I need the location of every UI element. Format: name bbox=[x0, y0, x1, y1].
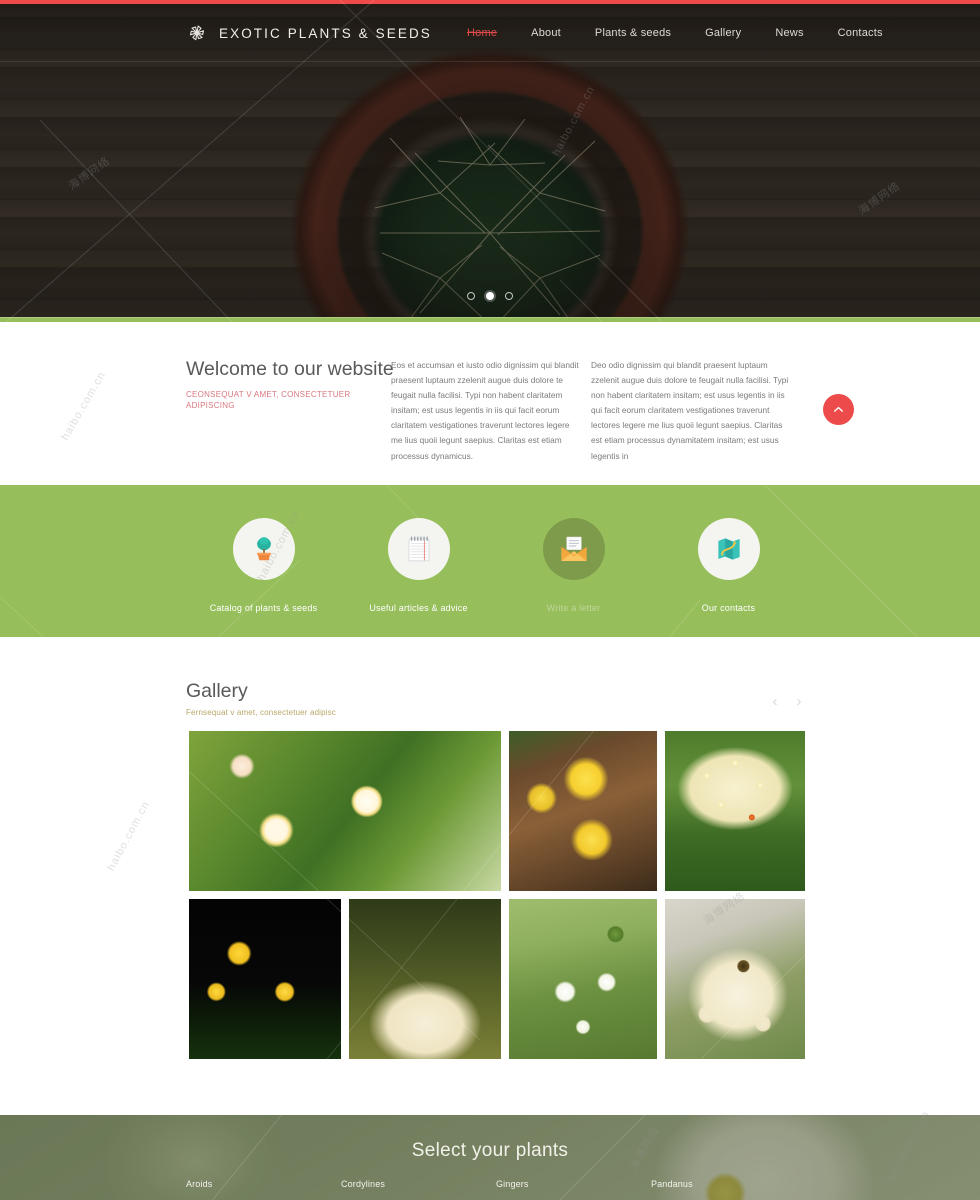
gallery-image bbox=[189, 899, 341, 1059]
service-icon-circle bbox=[387, 518, 450, 580]
select-plants-nav[interactable]: Aroids Cordylines Gingers Pandanus bbox=[186, 1179, 806, 1189]
select-plants-section: Select your plants Aroids Cordylines Gin… bbox=[0, 1115, 980, 1200]
service-our-contacts[interactable]: Our contacts bbox=[651, 485, 806, 637]
services-band: Catalog of plants & seeds Useful article… bbox=[0, 485, 980, 637]
chevron-up-icon bbox=[834, 406, 843, 412]
service-label: Our contacts bbox=[701, 603, 756, 613]
service-label: Write a letter bbox=[546, 603, 601, 613]
hero-slider-dots[interactable] bbox=[467, 292, 513, 300]
welcome-section: Welcome to our website CEONSEQUAT V AMET… bbox=[0, 322, 980, 485]
gallery-item-wedding-bouquet[interactable] bbox=[665, 899, 805, 1059]
potted-tree-icon bbox=[256, 537, 271, 561]
service-catalog-of-plants-seeds[interactable]: Catalog of plants & seeds bbox=[186, 485, 341, 637]
gallery-image bbox=[665, 731, 805, 891]
hero-dot-3[interactable] bbox=[505, 292, 513, 300]
page-root: EXOTIC PLANTS & SEEDS Home About Plants … bbox=[0, 0, 980, 1200]
open-envelope-icon bbox=[560, 536, 587, 561]
folded-map-icon bbox=[717, 538, 740, 560]
nav-item-home[interactable]: Home bbox=[450, 27, 514, 39]
site-header: EXOTIC PLANTS & SEEDS Home About Plants … bbox=[0, 4, 980, 62]
service-icon-circle bbox=[697, 518, 760, 580]
service-label: Catalog of plants & seeds bbox=[209, 603, 318, 613]
gallery-image bbox=[665, 899, 805, 1059]
gallery-image bbox=[509, 731, 657, 891]
gallery-title: Gallery bbox=[186, 680, 248, 702]
gallery-grid bbox=[189, 731, 805, 1059]
welcome-paragraph-1: Eos et accumsan et iusto odio dignissim … bbox=[391, 360, 579, 461]
top-accent-bar bbox=[0, 0, 980, 4]
scroll-to-top-button[interactable] bbox=[823, 394, 854, 425]
service-write-a-letter[interactable]: Write a letter bbox=[496, 485, 651, 637]
gallery-item-cream-roses[interactable] bbox=[349, 899, 501, 1059]
nav-item-about[interactable]: About bbox=[514, 27, 578, 39]
flower-icon bbox=[189, 25, 205, 41]
brand-name: EXOTIC PLANTS & SEEDS bbox=[219, 25, 432, 41]
gallery-item-daffodils[interactable] bbox=[189, 899, 341, 1059]
welcome-subtitle: CEONSEQUAT V AMET, CONSECTETUER ADIPISCI… bbox=[186, 390, 351, 410]
notepad-icon bbox=[408, 536, 429, 562]
service-icon-circle bbox=[542, 518, 605, 580]
plant-category-pandanus[interactable]: Pandanus bbox=[651, 1179, 806, 1189]
main-navigation[interactable]: Home About Plants & seeds Gallery News C… bbox=[450, 27, 900, 39]
gallery-section: Gallery Fernsequat v amet, consectetuer … bbox=[0, 637, 980, 1115]
service-icon-circle bbox=[232, 518, 295, 580]
plant-category-gingers[interactable]: Gingers bbox=[496, 1179, 651, 1189]
hero-dot-2[interactable] bbox=[486, 292, 494, 300]
gallery-image bbox=[349, 899, 501, 1059]
gallery-image bbox=[189, 731, 501, 891]
nav-item-gallery[interactable]: Gallery bbox=[688, 27, 758, 39]
welcome-heading-block: Welcome to our website CEONSEQUAT V AMET… bbox=[186, 358, 394, 464]
plant-category-aroids[interactable]: Aroids bbox=[186, 1179, 341, 1189]
gallery-item-blossom[interactable] bbox=[509, 899, 657, 1059]
gallery-arrows[interactable]: ‹ › bbox=[768, 692, 806, 712]
gallery-item-yellow-roses[interactable] bbox=[509, 731, 657, 891]
brand-logo-link[interactable]: EXOTIC PLANTS & SEEDS bbox=[186, 22, 432, 44]
gallery-subtitle: Fernsequat v amet, consectetuer adipisc bbox=[186, 708, 336, 718]
service-label: Useful articles & advice bbox=[369, 603, 468, 613]
gallery-prev-button[interactable]: ‹ bbox=[768, 692, 782, 712]
nav-item-plants-seeds[interactable]: Plants & seeds bbox=[578, 27, 688, 39]
welcome-title: Welcome to our website bbox=[186, 358, 394, 380]
gallery-image bbox=[509, 899, 657, 1059]
service-useful-articles-advice[interactable]: Useful articles & advice bbox=[341, 485, 496, 637]
nav-item-contacts[interactable]: Contacts bbox=[821, 27, 900, 39]
nav-item-news[interactable]: News bbox=[758, 27, 820, 39]
gallery-item-daisies[interactable] bbox=[665, 731, 805, 891]
gallery-next-button[interactable]: › bbox=[792, 692, 806, 712]
welcome-paragraph-2: Deo odio dignissim qui blandit praesent … bbox=[591, 360, 789, 461]
hero-dot-1[interactable] bbox=[467, 292, 475, 300]
select-plants-title: Select your plants bbox=[411, 1140, 569, 1161]
plant-category-cordylines[interactable]: Cordylines bbox=[341, 1179, 496, 1189]
gallery-item-plumeria[interactable] bbox=[189, 731, 501, 891]
